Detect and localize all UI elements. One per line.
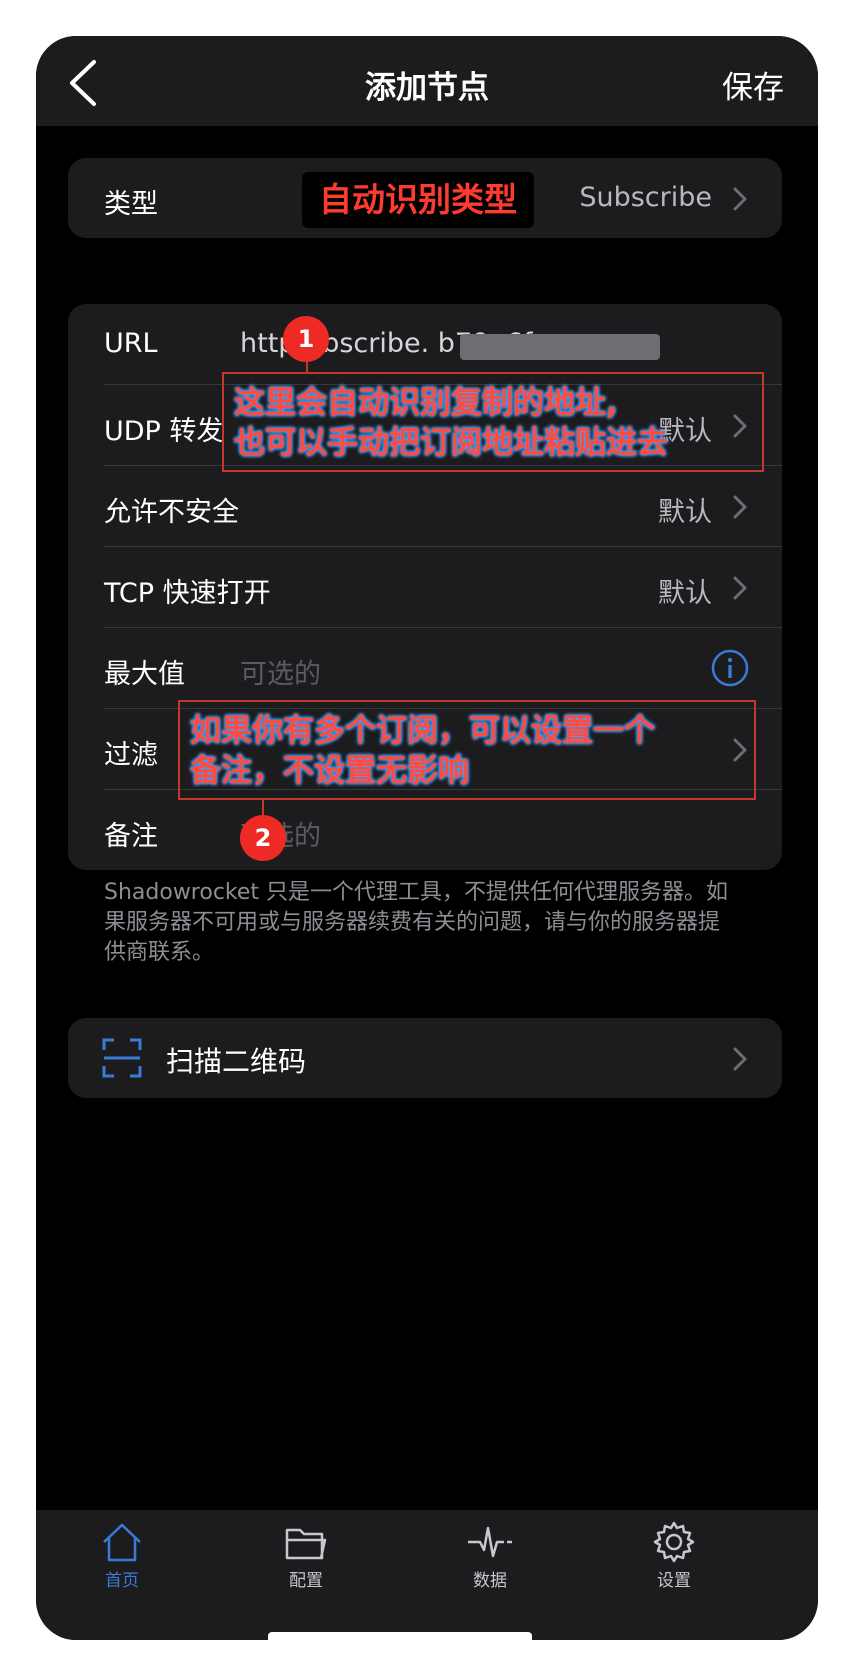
type-value: Subscribe — [579, 182, 712, 213]
max-label: 最大值 — [104, 659, 185, 690]
tab-config[interactable]: 配置 — [246, 1520, 366, 1600]
udp-label: UDP 转发 — [104, 416, 224, 447]
home-indicator — [268, 1632, 532, 1640]
step-marker-1: 1 — [283, 316, 329, 362]
tcp-value: 默认 — [658, 578, 712, 609]
tab-data[interactable]: 数据 — [430, 1520, 550, 1600]
tab-label: 配置 — [289, 1571, 323, 1591]
type-label: 类型 — [104, 189, 158, 220]
url-redaction — [460, 334, 660, 360]
qr-scan-icon — [102, 1038, 142, 1078]
remark-row[interactable]: 备注 可选的 — [68, 790, 782, 871]
callout-text-1b: 也可以手动把订阅地址粘贴进去 — [234, 425, 668, 461]
filter-label: 过滤 — [104, 740, 158, 771]
folder-icon — [285, 1528, 327, 1560]
max-input[interactable]: 可选的 — [240, 652, 321, 691]
chevron-right-icon — [733, 187, 747, 211]
callout-text-2b: 备注，不设置无影响 — [190, 753, 469, 789]
remark-label: 备注 — [104, 821, 158, 852]
gear-icon — [653, 1521, 695, 1563]
tab-label: 首页 — [105, 1571, 139, 1591]
chevron-right-icon — [733, 576, 747, 600]
phone-screen: 添加节点 保存 类型 自动识别类型 Subscribe URL http:/ b… — [36, 36, 818, 1640]
type-highlight-label: 自动识别类型 — [302, 172, 534, 228]
max-row[interactable]: 最大值 可选的 — [68, 628, 782, 709]
scan-qr-row[interactable]: 扫描二维码 — [68, 1018, 782, 1098]
tab-bar: 首页 配置 数据 设置 — [36, 1510, 818, 1640]
type-row[interactable]: 类型 自动识别类型 Subscribe — [68, 158, 782, 238]
chevron-right-icon — [733, 1047, 747, 1071]
info-icon[interactable] — [710, 648, 750, 688]
tab-home[interactable]: 首页 — [62, 1520, 182, 1600]
callout-text-2a: 如果你有多个订阅，可以设置一个 — [190, 713, 655, 749]
home-icon — [103, 1523, 141, 1562]
insecure-label: 允许不安全 — [104, 497, 239, 528]
nav-bar: 添加节点 保存 — [36, 36, 818, 126]
tcp-label: TCP 快速打开 — [104, 578, 271, 609]
tab-settings[interactable]: 设置 — [614, 1520, 734, 1600]
chevron-right-icon — [733, 495, 747, 519]
callout-text-1a: 这里会自动识别复制的地址, — [234, 385, 618, 421]
tab-label: 设置 — [657, 1571, 691, 1591]
url-label: URL — [104, 328, 158, 359]
save-button[interactable]: 保存 — [722, 62, 784, 107]
page-title: 添加节点 — [365, 70, 489, 106]
scan-qr-label: 扫描二维码 — [166, 1045, 307, 1078]
insecure-row[interactable]: 允许不安全 默认 — [68, 466, 782, 547]
activity-icon — [468, 1526, 512, 1558]
tab-label: 数据 — [473, 1571, 507, 1591]
disclaimer-text: Shadowrocket 只是一个代理工具，不提供任何代理服务器。如果服务器不可… — [104, 880, 729, 965]
tcp-row[interactable]: TCP 快速打开 默认 — [68, 547, 782, 628]
insecure-value: 默认 — [658, 497, 712, 528]
step-marker-2: 2 — [240, 815, 286, 861]
